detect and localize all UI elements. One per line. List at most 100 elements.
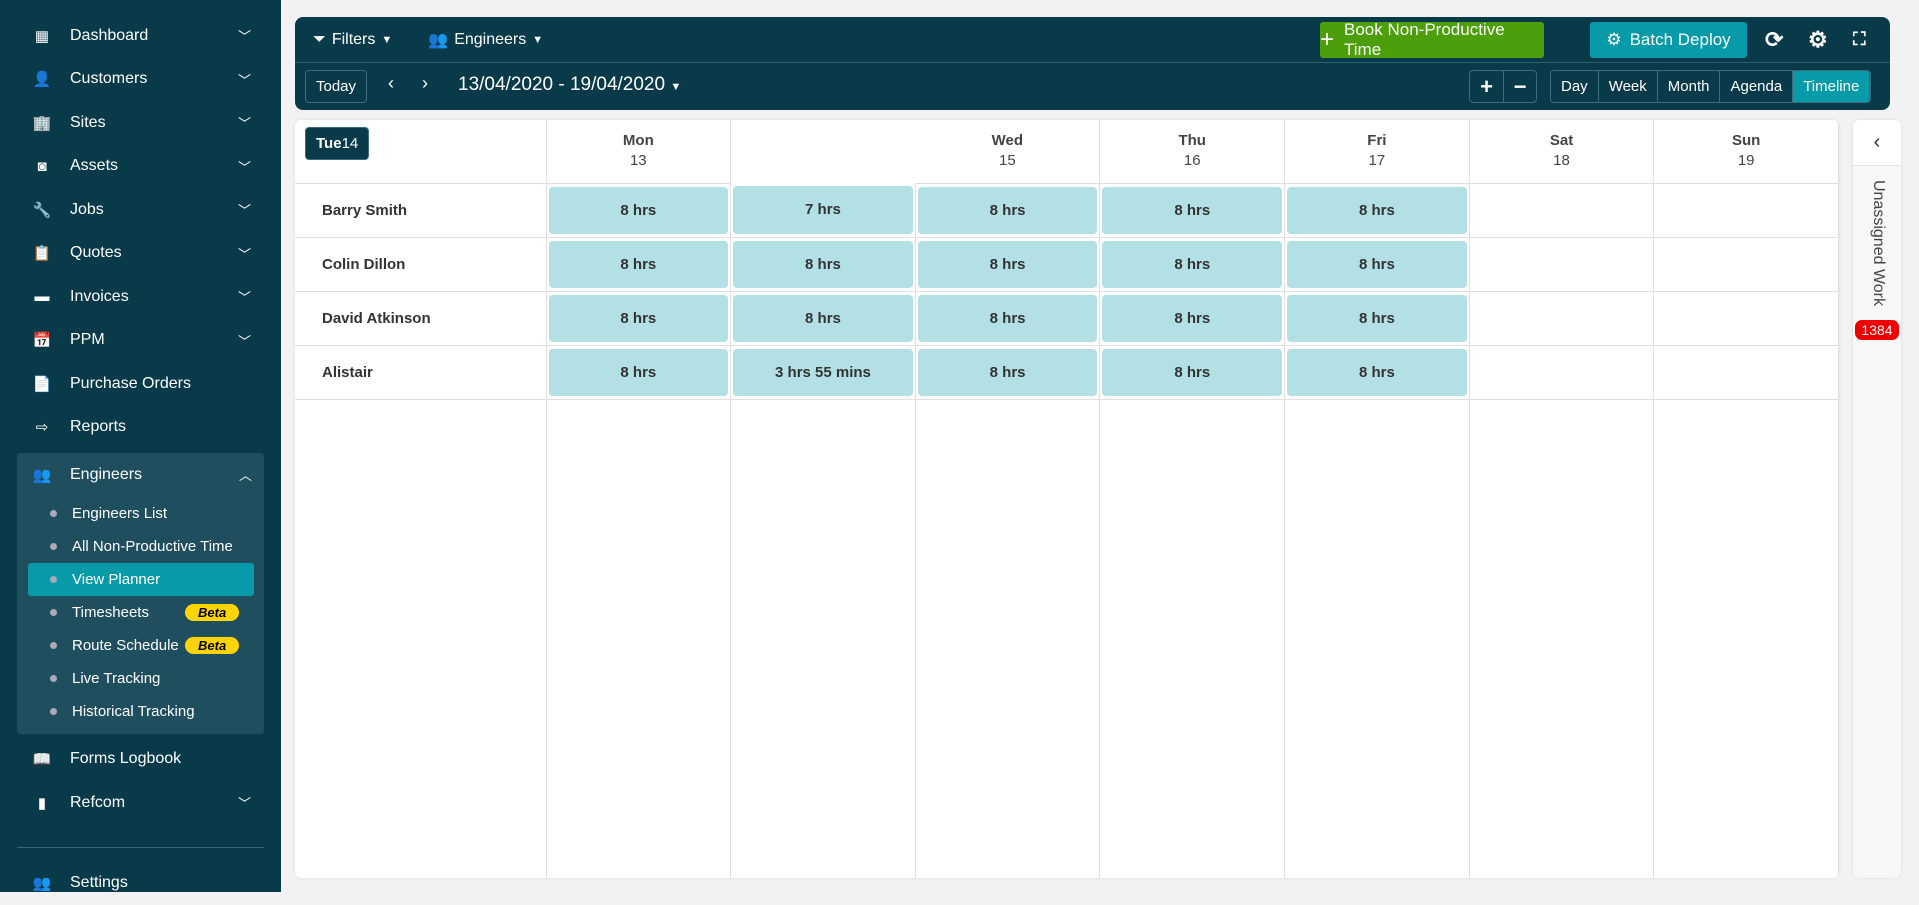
batch-deploy-button[interactable]: ⚙Batch Deploy (1590, 22, 1747, 58)
sidebar-subitem-historical-tracking[interactable]: Historical Tracking (28, 695, 254, 728)
hours-block[interactable]: 8 hrs (733, 241, 913, 288)
next-week-button[interactable]: › (422, 73, 428, 94)
sidebar-item-ppm[interactable]: 📅PPM﹀ (0, 319, 281, 363)
sidebar-subitem-all-non-productive-time[interactable]: All Non-Productive Time (28, 530, 254, 563)
sidebar-subitem-live-tracking[interactable]: Live Tracking (28, 662, 254, 695)
day-cell[interactable]: 8 hrs (1100, 237, 1285, 291)
day-header-sun[interactable]: Sun19 (1654, 120, 1839, 183)
sidebar-item-purchase-orders[interactable]: 📄Purchase Orders (0, 362, 281, 406)
hours-block[interactable]: 8 hrs (1102, 349, 1282, 396)
sidebar-subitem-engineers-list[interactable]: Engineers List (28, 497, 254, 530)
engineers-dropdown[interactable]: 👥Engineers▼ (428, 30, 543, 50)
day-cell[interactable]: 8 hrs (546, 291, 731, 345)
hours-block[interactable]: 8 hrs (1102, 187, 1282, 234)
chevron-left-icon[interactable]: ‹ (1853, 120, 1901, 166)
hours-block[interactable]: 8 hrs (1287, 241, 1467, 288)
day-header-fri[interactable]: Fri17 (1285, 120, 1470, 183)
hours-block[interactable]: 8 hrs (1287, 295, 1467, 342)
day-cell[interactable]: 8 hrs (1285, 345, 1470, 399)
day-cell[interactable] (1654, 291, 1839, 345)
hours-block[interactable]: 8 hrs (549, 349, 729, 396)
day-cell[interactable]: 8 hrs (1285, 291, 1470, 345)
day-cell[interactable] (1654, 345, 1839, 399)
day-cell[interactable]: 7 hrs (731, 183, 916, 237)
day-header-sat[interactable]: Sat18 (1469, 120, 1654, 183)
gear-icon[interactable]: ⚙ (1808, 27, 1828, 53)
day-cell[interactable]: 8 hrs (1100, 345, 1285, 399)
sidebar-item-refcom[interactable]: ▮Refcom﹀ (0, 781, 281, 825)
zoom-out-button[interactable]: − (1503, 71, 1536, 102)
filters-button[interactable]: ⏷Filters▼ (313, 31, 392, 49)
day-cell[interactable]: 8 hrs (1285, 237, 1470, 291)
hours-block[interactable]: 8 hrs (1102, 241, 1282, 288)
day-cell[interactable]: 8 hrs (546, 237, 731, 291)
hours-block[interactable]: 8 hrs (1287, 187, 1467, 234)
day-cell[interactable]: 8 hrs (915, 291, 1100, 345)
sidebar-item-invoices[interactable]: ▬Invoices﹀ (0, 275, 281, 319)
day-cell[interactable]: 8 hrs (915, 345, 1100, 399)
day-cell[interactable]: 3 hrs 55 mins (731, 345, 916, 399)
hours-block[interactable]: 8 hrs (549, 187, 729, 234)
sidebar-subitem-timesheets[interactable]: TimesheetsBeta (28, 596, 254, 629)
date-range-picker[interactable]: 13/04/2020 - 19/04/2020 ▼ (458, 74, 681, 96)
unassigned-work-label[interactable]: Unassigned Work (1867, 180, 1887, 306)
day-cell[interactable]: 8 hrs (546, 183, 731, 237)
view-day-button[interactable]: Day (1551, 71, 1599, 102)
sidebar-item-sites[interactable]: 🏢Sites﹀ (0, 101, 281, 145)
day-header-thu[interactable]: Thu16 (1100, 120, 1285, 183)
sidebar-item-customers[interactable]: 👤Customers﹀ (0, 58, 281, 102)
day-cell[interactable]: 8 hrs (1285, 183, 1470, 237)
hours-block[interactable]: 8 hrs (918, 187, 1098, 234)
engineer-name[interactable]: Barry Smith (295, 183, 546, 237)
engineer-name[interactable]: Alistair (295, 345, 546, 399)
sidebar-subitem-route-schedule[interactable]: Route ScheduleBeta (28, 629, 254, 662)
hours-block[interactable]: 8 hrs (918, 349, 1098, 396)
sidebar-item-dashboard[interactable]: ▦Dashboard﹀ (0, 14, 281, 58)
hours-block[interactable]: 8 hrs (1287, 349, 1467, 396)
zoom-in-button[interactable]: + (1470, 71, 1503, 102)
sidebar-item-engineers[interactable]: 👥Engineers︿ (17, 453, 264, 497)
hours-block[interactable]: 8 hrs (918, 241, 1098, 288)
view-agenda-button[interactable]: Agenda (1720, 71, 1793, 102)
hours-block[interactable]: 8 hrs (918, 295, 1098, 342)
day-header-wed[interactable]: Wed15 (915, 120, 1100, 183)
day-cell[interactable] (1469, 291, 1654, 345)
hours-block[interactable]: 3 hrs 55 mins (733, 349, 913, 396)
engineer-name[interactable]: Colin Dillon (295, 237, 546, 291)
engineer-name[interactable]: David Atkinson (295, 291, 546, 345)
today-button[interactable]: Today (305, 70, 367, 103)
previous-week-button[interactable]: ‹ (388, 73, 394, 94)
day-cell[interactable]: 8 hrs (1100, 183, 1285, 237)
sidebar-item-forms-logbook[interactable]: 📖Forms Logbook (0, 738, 281, 782)
hours-block[interactable]: 8 hrs (1102, 295, 1282, 342)
view-week-button[interactable]: Week (1599, 71, 1658, 102)
day-cell[interactable]: 8 hrs (915, 183, 1100, 237)
day-cell[interactable]: 8 hrs (546, 345, 731, 399)
hours-block[interactable]: 7 hrs (733, 186, 913, 234)
day-cell[interactable]: 8 hrs (731, 291, 916, 345)
hours-block[interactable]: 8 hrs (549, 241, 729, 288)
sidebar-subitem-view-planner[interactable]: View Planner (28, 563, 254, 596)
day-cell[interactable] (1654, 183, 1839, 237)
day-header-mon[interactable]: Mon13 (546, 120, 731, 183)
day-cell[interactable] (1469, 183, 1654, 237)
refresh-icon[interactable]: ⟳ (1765, 27, 1783, 53)
day-cell[interactable] (1654, 237, 1839, 291)
day-cell[interactable] (1469, 237, 1654, 291)
book-non-productive-time-button[interactable]: +Book Non-Productive Time (1320, 22, 1544, 58)
hours-block[interactable]: 8 hrs (733, 295, 913, 342)
sidebar-item-reports[interactable]: ⇨Reports (0, 406, 281, 450)
sidebar-item-settings[interactable]: 👥Settings (0, 862, 281, 905)
view-timeline-button[interactable]: Timeline (1793, 71, 1870, 102)
sidebar-item-assets[interactable]: ◙Assets﹀ (0, 145, 281, 189)
view-month-button[interactable]: Month (1658, 71, 1721, 102)
day-cell[interactable]: 8 hrs (731, 237, 916, 291)
day-header-tue[interactable]: Tue14 (305, 127, 369, 160)
hours-block[interactable]: 8 hrs (549, 295, 729, 342)
day-cell[interactable]: 8 hrs (915, 237, 1100, 291)
fullscreen-icon[interactable]: ⛶ (1853, 29, 1866, 50)
sidebar-item-jobs[interactable]: 🔧Jobs﹀ (0, 188, 281, 232)
day-cell[interactable] (1469, 345, 1654, 399)
day-cell[interactable]: 8 hrs (1100, 291, 1285, 345)
sidebar-item-quotes[interactable]: 📋Quotes﹀ (0, 232, 281, 276)
